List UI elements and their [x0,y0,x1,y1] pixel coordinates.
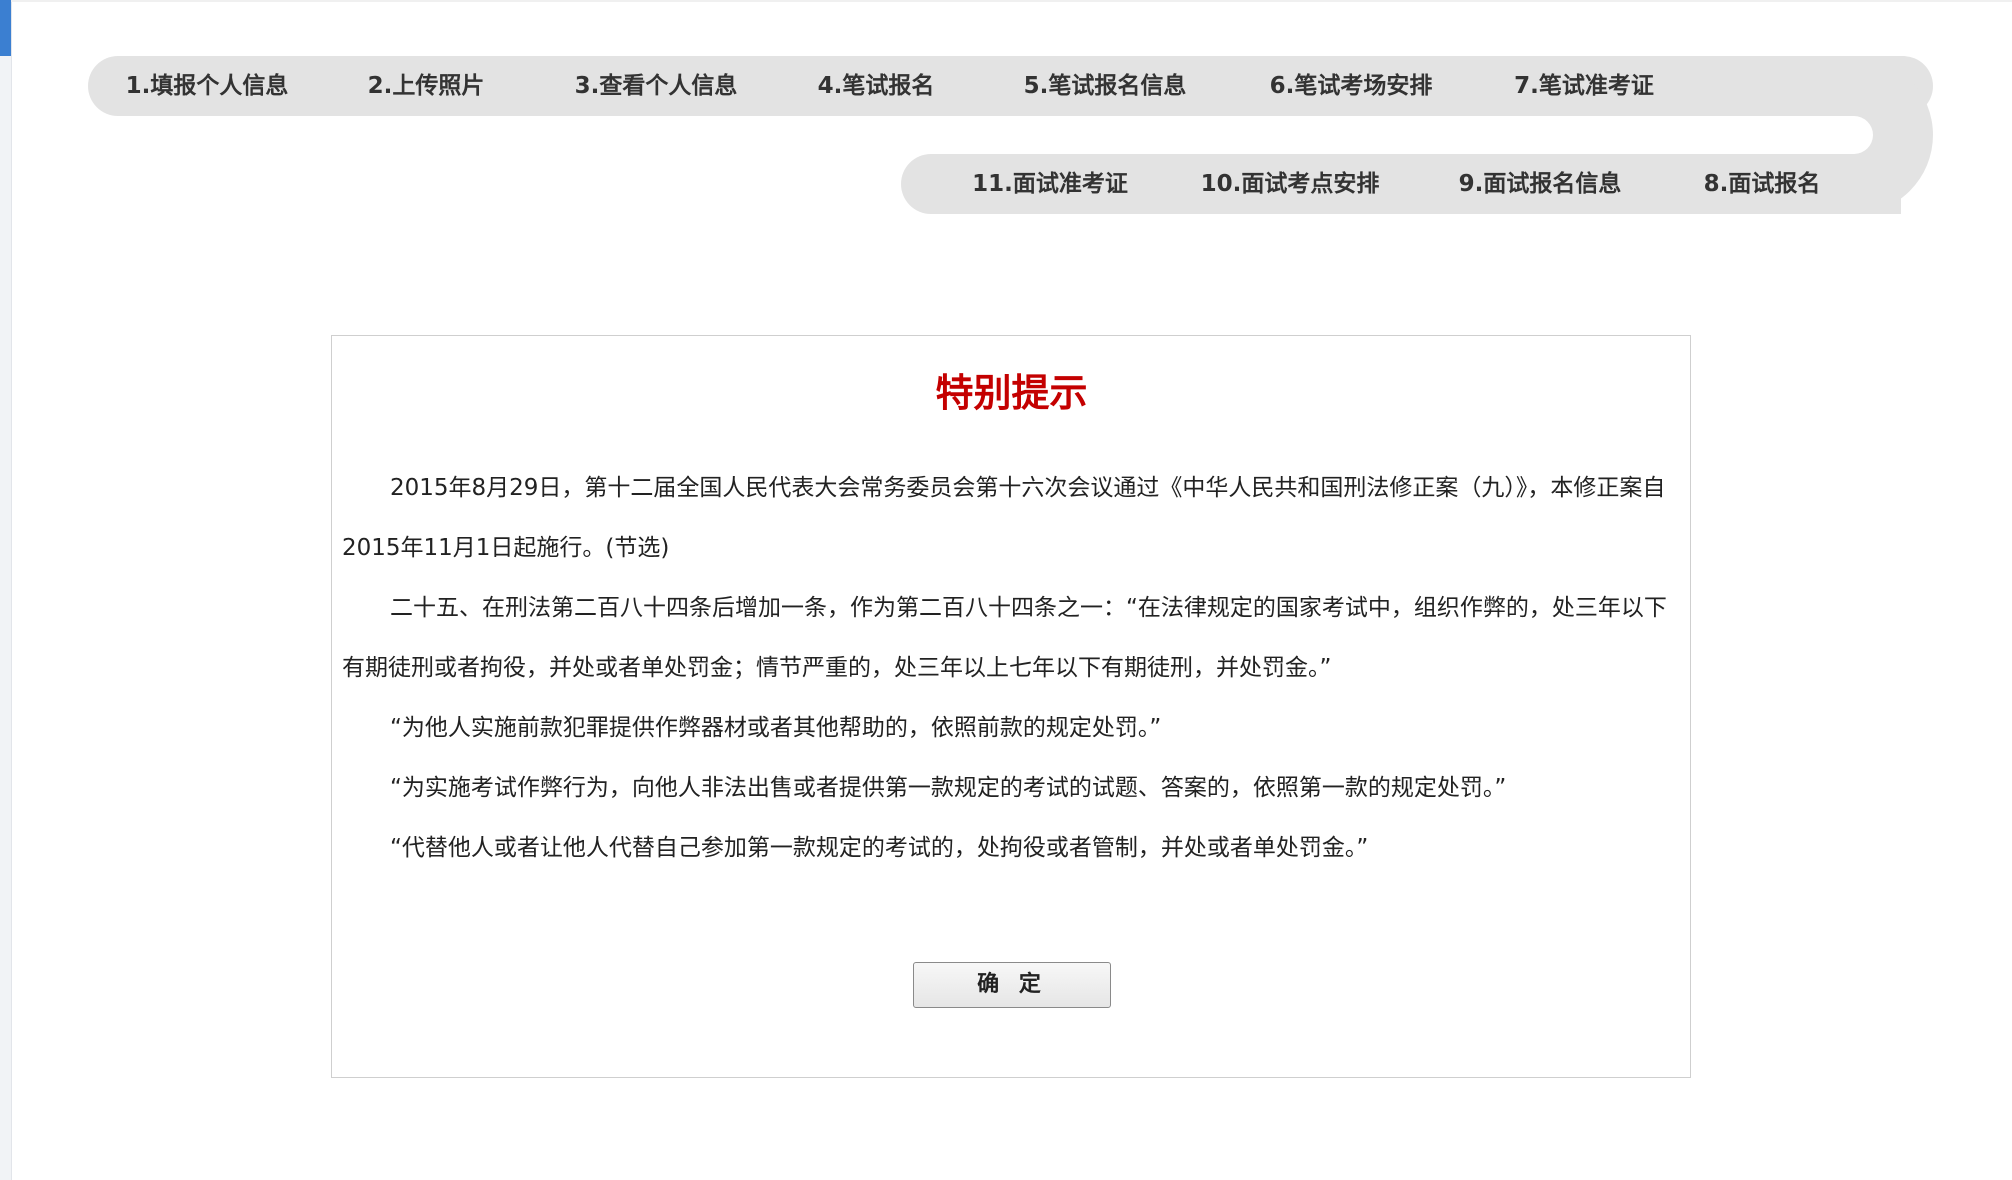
step-track-gap [1815,116,1873,154]
step-track-top [88,56,1933,116]
step-interview-venue[interactable]: 10.面试考点安排 [1201,169,1380,199]
step-fill-personal-info[interactable]: 1.填报个人信息 [126,71,289,101]
step-interview-signup-info[interactable]: 9.面试报名信息 [1459,169,1622,199]
step-interview-signup[interactable]: 8.面试报名 [1704,169,1821,199]
step-interview-admission-ticket[interactable]: 11.面试准考证 [972,169,1128,199]
notice-title: 特别提示 [935,371,1088,415]
notice-paragraph: “为他人实施前款犯罪提供作弊器材或者其他帮助的，依照前款的规定处罚。” [390,715,1162,741]
step-upload-photo[interactable]: 2.上传照片 [368,71,485,101]
notice-paragraph: 2015年8月29日，第十二届全国人民代表大会常务委员会第十六次会议通过《中华人… [342,475,1666,561]
step-navigation: 1.填报个人信息 2.上传照片 3.查看个人信息 4.笔试报名 5.笔试报名信息… [0,0,2012,230]
step-view-personal-info[interactable]: 3.查看个人信息 [575,71,738,101]
notice-paragraph: 二十五、在刑法第二百八十四条后增加一条，作为第二百八十四条之一：“在法律规定的国… [342,595,1667,681]
notice-body: 2015年8月29日，第十二届全国人民代表大会常务委员会第十六次会议通过《中华人… [342,458,1682,878]
step-written-admission-ticket[interactable]: 7.笔试准考证 [1514,71,1654,101]
notice-paragraph: “代替他人或者让他人代替自己参加第一款规定的考试的，处拘役或者管制，并处或者单处… [390,835,1369,861]
step-written-exam-room[interactable]: 6.笔试考场安排 [1270,71,1433,101]
confirm-button[interactable]: 确 定 [913,962,1111,1008]
notice-paragraph: “为实施考试作弊行为，向他人非法出售或者提供第一款规定的考试的试题、答案的，依照… [390,775,1507,801]
step-written-signup-info[interactable]: 5.笔试报名信息 [1024,71,1187,101]
step-written-exam-signup[interactable]: 4.笔试报名 [818,71,935,101]
